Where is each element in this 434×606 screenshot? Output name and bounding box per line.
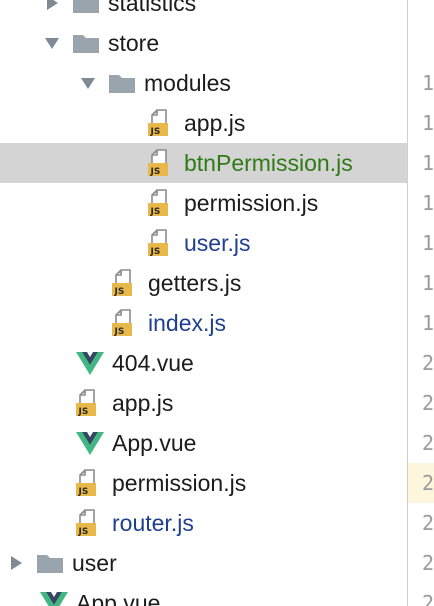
line-number: 2	[422, 511, 434, 535]
tree-item-modules[interactable]: modules	[0, 63, 407, 103]
js-file-icon: JS	[76, 388, 106, 418]
chevron-right-icon[interactable]	[44, 0, 60, 11]
tree-item-app-vue[interactable]: App.vue	[0, 583, 407, 606]
js-file-icon: JS	[112, 268, 142, 298]
tree-item-store[interactable]: store	[0, 23, 407, 63]
js-file-icon: JS	[148, 188, 178, 218]
line-number: 2	[422, 551, 434, 575]
tree-item-index-js[interactable]: JS index.js	[0, 303, 407, 343]
tree-item-user[interactable]: user	[0, 543, 407, 583]
folder-icon	[72, 0, 102, 18]
project-tool-window: statistics store modules JS app.js JS btnPermi…	[0, 0, 434, 606]
line-number: 1	[422, 231, 434, 255]
tree-item-label: user	[72, 550, 117, 576]
tree-item-app-js[interactable]: JS app.js	[0, 103, 407, 143]
line-number: 1	[422, 111, 434, 135]
vue-file-icon	[76, 348, 106, 378]
vue-file-icon	[76, 428, 106, 458]
tree-item-label: 404.vue	[112, 350, 194, 376]
tree-item-router-js[interactable]: JS router.js	[0, 503, 407, 543]
editor-line-gutter: 1 1 1 1 1 1 1 2 2 2 2 2 2 2	[408, 0, 434, 606]
tree-item-label: permission.js	[112, 470, 247, 496]
tree-item-label: app.js	[112, 390, 174, 416]
tree-item-btnpermission-js[interactable]: JS btnPermission.js	[0, 143, 407, 183]
svg-text:JS: JS	[114, 287, 125, 297]
folder-icon	[36, 548, 66, 578]
tree-item-label: App.vue	[76, 590, 161, 606]
line-number: 2	[422, 431, 434, 455]
line-number: 1	[422, 311, 434, 335]
line-number: 2	[422, 591, 434, 606]
tree-item-label: router.js	[112, 510, 194, 536]
svg-text:JS: JS	[114, 327, 125, 337]
line-number: 1	[422, 271, 434, 295]
line-number	[408, 23, 434, 63]
svg-text:JS: JS	[150, 127, 161, 137]
svg-text:JS: JS	[78, 527, 89, 537]
folder-icon	[72, 28, 102, 58]
svg-text:JS: JS	[78, 487, 89, 497]
tree-item-label: statistics	[108, 0, 197, 16]
tree-item-label: modules	[144, 70, 231, 96]
line-number: 1	[422, 71, 434, 95]
line-number: 1	[422, 151, 434, 175]
tree-item-app-vue[interactable]: App.vue	[0, 423, 407, 463]
svg-text:JS: JS	[150, 207, 161, 217]
js-file-icon: JS	[76, 468, 106, 498]
tree-item-user-js[interactable]: JS user.js	[0, 223, 407, 263]
tree-item-label: App.vue	[112, 430, 197, 456]
js-file-icon: JS	[76, 508, 106, 538]
tree-item-label: user.js	[184, 230, 251, 256]
tree-item-label: index.js	[148, 310, 226, 336]
js-file-icon: JS	[148, 148, 178, 178]
tree-item-app-js[interactable]: JS app.js	[0, 383, 407, 423]
tree-item-404-vue[interactable]: 404.vue	[0, 343, 407, 383]
svg-text:JS: JS	[78, 407, 89, 417]
chevron-down-icon[interactable]	[44, 35, 60, 51]
line-number: 2	[408, 463, 434, 503]
tree-item-getters-js[interactable]: JS getters.js	[0, 263, 407, 303]
tree-item-label: app.js	[184, 110, 246, 136]
svg-text:JS: JS	[150, 247, 161, 257]
tree-item-label: getters.js	[148, 270, 242, 296]
js-file-icon: JS	[148, 108, 178, 138]
tree-item-label: btnPermission.js	[184, 150, 353, 176]
line-number: 2	[422, 351, 434, 375]
js-file-icon: JS	[148, 228, 178, 258]
tree-item-permission-js[interactable]: JS permission.js	[0, 463, 407, 503]
tree-item-permission-js[interactable]: JS permission.js	[0, 183, 407, 223]
folder-icon	[108, 68, 138, 98]
line-number: 2	[422, 391, 434, 415]
line-number	[408, 0, 434, 23]
project-tree[interactable]: statistics store modules JS app.js JS btnPermi…	[0, 0, 407, 606]
chevron-down-icon[interactable]	[80, 75, 96, 91]
tree-item-statistics[interactable]: statistics	[0, 0, 407, 23]
svg-text:JS: JS	[150, 167, 161, 177]
line-number: 1	[422, 191, 434, 215]
tree-item-label: permission.js	[184, 190, 319, 216]
js-file-icon: JS	[112, 308, 142, 338]
tree-item-label: store	[108, 30, 160, 56]
vue-file-icon	[40, 588, 70, 606]
chevron-right-icon[interactable]	[8, 555, 24, 571]
